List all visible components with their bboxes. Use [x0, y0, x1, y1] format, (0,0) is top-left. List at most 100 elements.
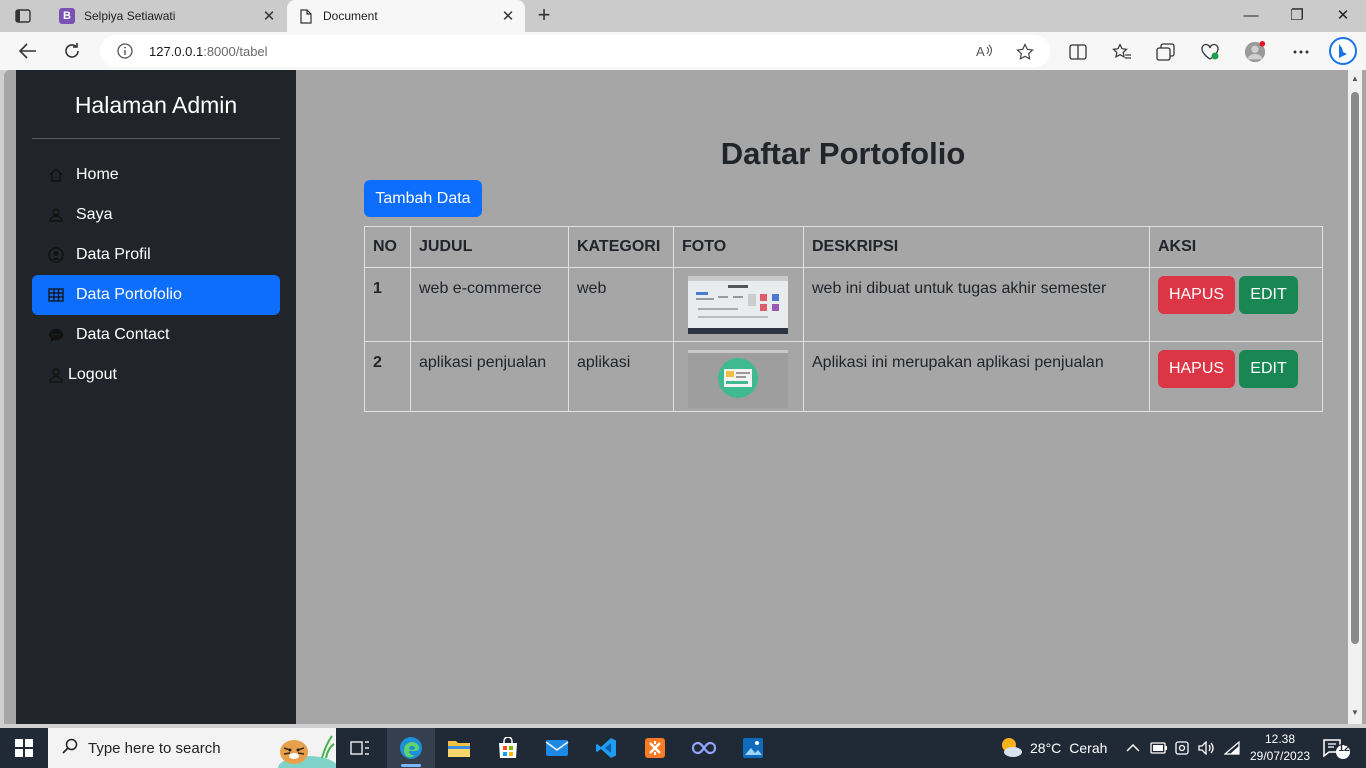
table-row: 1 web e-commerce web web ini dibuat untu…	[364, 267, 1323, 342]
taskbar-search-box[interactable]: Type here to search	[48, 728, 338, 768]
restore-icon[interactable]: ❐	[1274, 0, 1320, 32]
close-window-icon[interactable]: ✕	[1320, 0, 1366, 32]
sidebar-item-data-portofolio[interactable]: Data Portofolio	[32, 275, 280, 315]
photos-icon[interactable]	[729, 728, 777, 768]
minimize-icon[interactable]: —	[1228, 0, 1274, 32]
scroll-up-arrow-icon[interactable]: ▲	[1350, 74, 1360, 84]
tab-label: Document	[323, 9, 378, 23]
cell-deskripsi: web ini dibuat untuk tugas akhir semeste…	[803, 267, 1150, 342]
column-header-no: NO	[364, 226, 411, 268]
column-header-kategori: KATEGORI	[568, 226, 674, 268]
cell-aksi: HAPUS EDIT	[1149, 341, 1323, 412]
back-arrow-icon[interactable]	[14, 38, 42, 64]
tab-label: Selpiya Setiawati	[84, 9, 176, 23]
read-aloud-icon[interactable]: A	[976, 43, 994, 64]
table-header-row: NO JUDUL KATEGORI FOTO DESKRIPSI AKSI	[364, 226, 1323, 268]
person-circle-icon	[48, 247, 64, 263]
address-bar[interactable]: 127.0.0.1:8000/tabel A	[100, 35, 1050, 67]
split-screen-icon[interactable]	[1067, 41, 1089, 63]
sidebar: Halaman Admin Home Saya Data Profil Data…	[16, 70, 296, 724]
close-tab-icon[interactable]: ✕	[495, 7, 521, 25]
weather-description: Cerah	[1069, 740, 1108, 756]
volume-icon[interactable]	[1198, 728, 1216, 768]
cell-no: 2	[364, 341, 411, 412]
sidebar-item-label: Data Portofolio	[76, 286, 182, 303]
house-icon	[48, 167, 64, 183]
portfolio-thumbnail	[688, 276, 788, 334]
svg-text:A: A	[976, 44, 985, 59]
sidebar-item-label: Home	[76, 166, 119, 183]
site-info-icon[interactable]	[117, 43, 133, 64]
sidebar-item-label: Data Profil	[76, 246, 151, 263]
refresh-icon[interactable]	[58, 38, 86, 64]
favorites-icon[interactable]	[1111, 41, 1133, 63]
scroll-down-arrow-icon[interactable]: ▼	[1350, 708, 1360, 718]
page-viewport: Halaman Admin Home Saya Data Profil Data…	[4, 70, 1366, 724]
edit-button[interactable]: EDIT	[1239, 276, 1298, 314]
more-options-icon[interactable]	[1290, 41, 1312, 63]
task-view-icon[interactable]	[336, 728, 384, 768]
show-hidden-icons-icon[interactable]	[1126, 728, 1140, 768]
bootstrap-icon: B	[59, 8, 75, 24]
chat-icon	[48, 327, 64, 343]
cell-foto	[673, 341, 804, 412]
windows-taskbar: Type here to search 28°C Cerah 12.38 29/…	[0, 728, 1366, 768]
microsoft-store-icon[interactable]	[484, 728, 532, 768]
sidebar-item-data-contact[interactable]: Data Contact	[32, 315, 280, 355]
file-explorer-icon[interactable]	[435, 728, 483, 768]
collections-icon[interactable]	[1155, 41, 1177, 63]
taskbar-clock[interactable]: 12.38 29/07/2023	[1250, 731, 1310, 765]
edge-browser-icon[interactable]	[387, 728, 435, 768]
partly-sunny-icon	[998, 735, 1024, 762]
mail-icon[interactable]	[533, 728, 581, 768]
browser-tab-selpiya[interactable]: B Selpiya Setiawati ✕	[48, 0, 286, 32]
sidebar-title: Halaman Admin	[74, 92, 238, 118]
weather-temperature: 28°C	[1030, 740, 1062, 756]
cell-foto	[673, 267, 804, 342]
notification-center-icon[interactable]: 12	[1322, 738, 1352, 765]
vscode-icon[interactable]	[582, 728, 630, 768]
bing-chat-icon[interactable]	[1328, 36, 1358, 66]
cell-aksi: HAPUS EDIT	[1149, 267, 1323, 342]
add-data-button[interactable]: Tambah Data	[364, 180, 482, 217]
portfolio-table: NO JUDUL KATEGORI FOTO DESKRIPSI AKSI 1 …	[364, 226, 1323, 412]
tiger-search-highlight-icon	[258, 728, 338, 768]
new-tab-icon[interactable]: +	[534, 4, 554, 28]
sidebar-item-saya[interactable]: Saya	[32, 195, 280, 235]
page-scrollbar[interactable]: ▲ ▼	[1348, 70, 1362, 724]
cell-no: 1	[364, 267, 411, 342]
sidebar-item-label: Saya	[76, 206, 113, 223]
person-icon	[48, 207, 64, 223]
main-content: Daftar Portofolio Tambah Data NO JUDUL K…	[296, 70, 1350, 724]
sidebar-item-data-profil[interactable]: Data Profil	[32, 235, 280, 275]
column-header-judul: JUDUL	[410, 226, 569, 268]
column-header-deskripsi: DESKRIPSI	[803, 226, 1150, 268]
sidebar-item-label: Logout	[68, 366, 117, 383]
browser-tab-document[interactable]: Document ✕	[287, 0, 525, 32]
close-tab-icon[interactable]: ✕	[256, 7, 282, 25]
scroll-thumb[interactable]	[1351, 92, 1359, 644]
url-text: 127.0.0.1:8000/tabel	[149, 44, 268, 59]
delete-button[interactable]: HAPUS	[1158, 276, 1235, 314]
camera-icon[interactable]	[1175, 728, 1191, 768]
tab-actions-icon[interactable]	[10, 6, 36, 26]
windows-start-icon[interactable]	[0, 728, 48, 768]
infinity-app-icon[interactable]	[680, 728, 728, 768]
table-row: 2 aplikasi penjualan aplikasi Aplikasi i…	[364, 341, 1323, 412]
browser-essentials-icon[interactable]	[1199, 41, 1221, 63]
browser-toolbar: 127.0.0.1:8000/tabel A	[0, 32, 1366, 70]
sidebar-item-logout[interactable]: Logout	[32, 355, 280, 395]
table-icon	[48, 287, 64, 303]
wifi-icon[interactable]	[1224, 728, 1240, 768]
profile-avatar-icon[interactable]	[1244, 41, 1266, 63]
column-header-foto: FOTO	[673, 226, 804, 268]
favorite-star-icon[interactable]	[1016, 43, 1034, 66]
weather-widget[interactable]: 28°C Cerah	[998, 728, 1107, 768]
edit-button[interactable]: EDIT	[1239, 350, 1298, 388]
clock-date: 29/07/2023	[1250, 749, 1311, 763]
document-icon	[298, 8, 314, 24]
sidebar-item-home[interactable]: Home	[32, 155, 280, 195]
xampp-icon[interactable]	[631, 728, 679, 768]
delete-button[interactable]: HAPUS	[1158, 350, 1235, 388]
battery-icon[interactable]	[1150, 728, 1168, 768]
